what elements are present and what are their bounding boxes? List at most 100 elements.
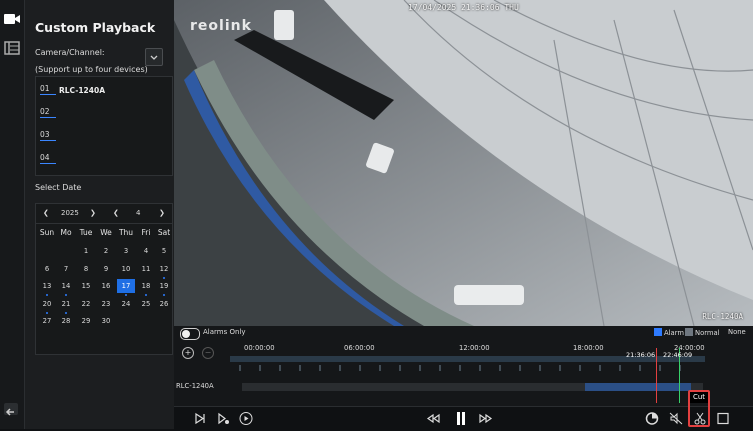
play-step-icon (218, 412, 229, 425)
calendar-day[interactable]: 6 (38, 262, 56, 276)
calendar-day[interactable]: 14 (57, 279, 75, 296)
calendar-day[interactable]: 21 (57, 297, 75, 314)
reolink-watermark: reolink (190, 18, 252, 34)
legend-alarm: Alarm (654, 328, 684, 337)
rewind-button[interactable] (425, 411, 441, 426)
calendar-day[interactable]: 26 (155, 297, 173, 311)
weekday-label: Mo (60, 228, 72, 237)
skip-start-button[interactable] (192, 411, 208, 426)
alarms-only-toggle[interactable] (180, 328, 200, 340)
channel-list: 01 RLC-1240A 02 03 04 (35, 76, 173, 176)
axis-ticks (239, 365, 681, 371)
calendar-day[interactable]: 11 (137, 262, 155, 276)
playhead-time: 21:36:06 (626, 351, 656, 359)
next-year-icon[interactable]: ❯ (90, 209, 96, 217)
calendar-day[interactable]: 16 (97, 279, 115, 293)
calendar-day[interactable]: 24 (117, 297, 135, 311)
channel-slot-04[interactable]: 04 (40, 153, 56, 164)
osd-timestamp: 17/04/2025 21:36:06 THU (408, 3, 519, 12)
recording-segment (585, 383, 691, 391)
calendar-day[interactable]: 13 (38, 279, 56, 296)
calendar-day[interactable]: 25 (137, 297, 155, 311)
next-month-icon[interactable]: ❯ (159, 209, 165, 217)
calendar-day[interactable]: 22 (77, 297, 95, 311)
calendar-day[interactable]: 8 (77, 262, 95, 276)
calendar-day[interactable]: 10 (117, 262, 135, 276)
zoom-in-button[interactable]: + (182, 347, 194, 359)
calendar: ❮ 2025 ❯ ❮ 4 ❯ Sun Mo Tue We Thu Fri Sat 1 2 3 4 5 6… (35, 203, 173, 355)
calendar-day[interactable]: 15 (77, 279, 95, 293)
fast-forward-button[interactable] (478, 411, 494, 426)
fast-forward-icon (479, 413, 493, 424)
calendar-day[interactable]: 19 (155, 279, 173, 296)
channel-slot-02[interactable]: 02 (40, 107, 56, 118)
replay-button[interactable] (238, 411, 254, 426)
calendar-day[interactable]: 20 (38, 297, 56, 314)
collapse-panel-button[interactable] (4, 403, 18, 416)
calendar-year: 2025 (61, 209, 79, 217)
fullscreen-button[interactable] (715, 411, 731, 426)
calendar-day[interactable]: 12 (155, 262, 173, 279)
rewind-icon (426, 413, 440, 424)
weekday-label: Sat (157, 228, 171, 237)
camera-feed-image (174, 0, 753, 326)
legend-normal-swatch (685, 328, 693, 336)
calendar-day[interactable]: 2 (97, 244, 115, 258)
calendar-day[interactable]: 4 (137, 244, 155, 258)
calendar-day[interactable]: 1 (77, 244, 95, 258)
calendar-month: 4 (136, 209, 141, 217)
channel-slot-03[interactable]: 03 (40, 130, 56, 141)
speed-button[interactable] (644, 411, 660, 426)
cut-marker-time: 22:46:09 (663, 351, 693, 359)
calendar-nav: ❮ 2025 ❯ ❮ 4 ❯ (36, 204, 172, 224)
legend-none: None (728, 328, 746, 336)
layout-grid-icon[interactable] (4, 41, 20, 55)
timeline-panel: Alarms Only Alarm Normal None + − 00:00:… (174, 326, 753, 430)
left-icon-rail (0, 0, 25, 429)
calendar-day[interactable]: 5 (155, 244, 173, 258)
legend-alarm-swatch (654, 328, 662, 336)
playback-controls (174, 406, 753, 430)
osd-camera-name: RLC-1240A (702, 312, 743, 321)
recording-track[interactable] (242, 383, 703, 391)
pause-button[interactable] (453, 411, 469, 426)
calendar-day[interactable]: 23 (97, 297, 115, 311)
channel-slot-01[interactable]: 01 (40, 84, 56, 95)
calendar-day[interactable]: 18 (137, 279, 155, 296)
tick-label: 12:00:00 (459, 344, 490, 352)
select-date-label: Select Date (35, 183, 82, 192)
calendar-day[interactable]: 30 (97, 314, 115, 328)
speed-dial-icon (645, 412, 659, 425)
calendar-day[interactable]: 9 (97, 262, 115, 276)
tick-label: 06:00:00 (344, 344, 375, 352)
pause-icon (457, 412, 465, 425)
arrow-left-icon (5, 408, 14, 416)
zoom-out-button[interactable]: − (202, 347, 214, 359)
play-circle-icon (239, 412, 253, 425)
alarms-only-label: Alarms Only (203, 328, 246, 336)
custom-playback-panel: Custom Playback Camera/Channel: (Support… (25, 0, 174, 429)
video-player[interactable]: reolink 17/04/2025 21:36:06 THU RLC-1240… (174, 0, 753, 326)
channel-name-01[interactable]: RLC-1240A (59, 86, 105, 95)
calendar-day[interactable]: 28 (57, 314, 75, 328)
calendar-day[interactable]: 17 (117, 279, 135, 296)
video-camera-icon[interactable] (4, 12, 20, 26)
calendar-day[interactable]: 3 (117, 244, 135, 258)
panel-title: Custom Playback (35, 20, 156, 35)
support-note: (Support up to four devices) (35, 65, 148, 74)
calendar-day[interactable]: 27 (38, 314, 56, 328)
playhead-red[interactable] (656, 348, 657, 403)
calendar-day[interactable]: 29 (77, 314, 95, 328)
prev-year-icon[interactable]: ❮ (43, 209, 49, 217)
chevron-down-icon (150, 55, 158, 60)
mute-button[interactable] (668, 411, 684, 426)
tick-label: 18:00:00 (573, 344, 604, 352)
play-forward-icon (195, 412, 205, 425)
calendar-day[interactable]: 7 (57, 262, 75, 276)
channel-dropdown-button[interactable] (145, 48, 163, 66)
prev-month-icon[interactable]: ❮ (113, 209, 119, 217)
step-button[interactable] (215, 411, 231, 426)
track-label: RLC-1240A (176, 382, 214, 390)
weekday-label: Thu (118, 228, 134, 237)
weekday-label: Tue (79, 228, 93, 237)
